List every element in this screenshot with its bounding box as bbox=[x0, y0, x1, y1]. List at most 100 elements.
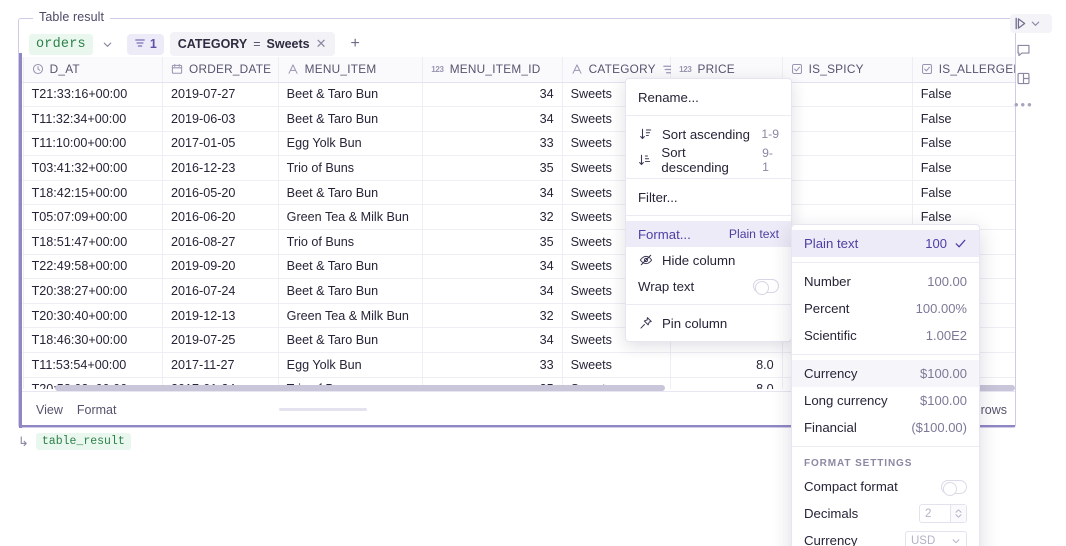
format-option-percent[interactable]: Percent 100.00% bbox=[792, 295, 979, 322]
cell-menu-item-id[interactable]: 32 bbox=[422, 303, 563, 329]
format-option-long-currency[interactable]: Long currency $100.00 bbox=[792, 387, 979, 414]
cell-created-at[interactable]: T18:42:15+00:00 bbox=[23, 180, 164, 206]
format-option-currency[interactable]: Currency $100.00 bbox=[792, 360, 979, 387]
cell-menu-item-id[interactable]: 34 bbox=[422, 106, 563, 132]
column-header-is-allergen-free[interactable]: IS_ALLERGEN_FREE bbox=[912, 57, 1015, 83]
decimals-value[interactable]: 2 bbox=[920, 508, 950, 520]
cell-created-at[interactable]: T20:38:27+00:00 bbox=[23, 278, 164, 304]
cell-category[interactable]: Sweets bbox=[562, 352, 672, 378]
cell-order-date[interactable]: 2016-05-20 bbox=[162, 180, 279, 206]
menu-item-pin-column[interactable]: Pin column bbox=[626, 310, 791, 336]
cell-created-at[interactable]: T11:10:00+00:00 bbox=[23, 131, 164, 157]
cell-created-at[interactable]: T20:30:40+00:00 bbox=[23, 303, 164, 329]
cell-menu-item-id[interactable]: 34 bbox=[422, 254, 563, 280]
menu-item-hide-column[interactable]: Hide column bbox=[626, 247, 791, 273]
cell-created-at[interactable]: T22:49:58+00:00 bbox=[23, 254, 164, 280]
cell-menu-item-id[interactable]: 33 bbox=[422, 131, 563, 157]
filter-count-badge[interactable]: 1 bbox=[126, 33, 164, 55]
cell-menu-item-id[interactable]: 35 bbox=[422, 155, 563, 181]
comment-icon[interactable] bbox=[1012, 39, 1034, 61]
table-row[interactable]: T18:42:15+00:00 2016-05-20 Beet & Taro B… bbox=[22, 180, 1015, 206]
cell-menu-item[interactable]: Egg Yolk Bun bbox=[278, 131, 424, 157]
cell-menu-item-id[interactable]: 34 bbox=[422, 327, 563, 354]
cell-menu-item[interactable]: Beet & Taro Bun bbox=[278, 106, 424, 132]
cell-menu-item[interactable]: Beet & Taro Bun bbox=[278, 180, 424, 206]
chevron-down-icon[interactable] bbox=[97, 33, 119, 55]
result-variable-name[interactable]: table_result bbox=[35, 433, 131, 450]
cell-menu-item[interactable]: Beet & Taro Bun bbox=[278, 327, 424, 354]
table-row[interactable]: T11:32:34+00:00 2019-06-03 Beet & Taro B… bbox=[22, 106, 1015, 132]
run-icon[interactable] bbox=[1013, 16, 1028, 31]
cell-order-date[interactable]: 2019-07-27 bbox=[162, 82, 279, 108]
chevron-down-icon[interactable] bbox=[1030, 18, 1041, 29]
filter-chip-category[interactable]: CATEGORY = Sweets ✕ bbox=[169, 32, 335, 56]
menu-item-sort-ascending[interactable]: Sort ascending 1-9 bbox=[626, 121, 791, 147]
column-header-menu-item[interactable]: MENU_ITEM bbox=[278, 57, 424, 83]
cell-is-spicy[interactable] bbox=[782, 180, 913, 206]
cell-menu-item[interactable]: Green Tea & Milk Bun bbox=[278, 204, 424, 231]
run-cell-button-group[interactable] bbox=[1010, 14, 1052, 33]
column-header-menu-item-id[interactable]: 123 MENU_ITEM_ID bbox=[422, 57, 563, 83]
menu-item-rename[interactable]: Rename... bbox=[626, 84, 791, 110]
cell-menu-item-id[interactable]: 35 bbox=[422, 229, 563, 255]
cell-is-allergen-free[interactable]: False bbox=[912, 106, 1015, 132]
table-row[interactable]: T11:10:00+00:00 2017-01-05 Egg Yolk Bun … bbox=[22, 131, 1015, 157]
source-table-pill[interactable]: orders bbox=[29, 33, 93, 55]
close-icon[interactable]: ✕ bbox=[316, 36, 327, 52]
cell-menu-item[interactable]: Beet & Taro Bun bbox=[278, 278, 424, 304]
cell-is-allergen-free[interactable]: False bbox=[912, 155, 1015, 181]
cell-order-date[interactable]: 2017-11-27 bbox=[162, 352, 279, 378]
wrap-text-toggle[interactable] bbox=[753, 279, 779, 295]
menu-item-format[interactable]: Format... Plain text bbox=[626, 221, 791, 247]
cell-order-date[interactable]: 2019-06-03 bbox=[162, 106, 279, 132]
cell-menu-item-id[interactable]: 34 bbox=[422, 82, 563, 108]
column-header-is-spicy[interactable]: IS_SPICY bbox=[782, 57, 913, 83]
cell-menu-item[interactable]: Trio of Buns bbox=[278, 155, 424, 181]
cell-order-date[interactable]: 2016-06-20 bbox=[162, 204, 279, 231]
cell-created-at[interactable]: T18:46:30+00:00 bbox=[23, 327, 164, 354]
cell-created-at[interactable]: T11:32:34+00:00 bbox=[23, 106, 164, 132]
cell-menu-item-id[interactable]: 33 bbox=[422, 352, 563, 378]
cell-is-allergen-free[interactable]: False bbox=[912, 82, 1015, 108]
add-filter-button[interactable]: + bbox=[343, 35, 368, 53]
cell-created-at[interactable]: T18:51:47+00:00 bbox=[23, 229, 164, 255]
view-button[interactable]: View bbox=[36, 403, 63, 417]
stepper-arrows-icon[interactable] bbox=[950, 505, 966, 522]
format-option-financial[interactable]: Financial ($100.00) bbox=[792, 414, 979, 441]
cell-order-date[interactable]: 2016-12-23 bbox=[162, 155, 279, 181]
cell-is-allergen-free[interactable]: False bbox=[912, 131, 1015, 157]
format-option-number[interactable]: Number 100.00 bbox=[792, 268, 979, 295]
cell-menu-item-id[interactable]: 32 bbox=[422, 204, 563, 231]
menu-item-filter[interactable]: Filter... bbox=[626, 184, 791, 210]
format-button[interactable]: Format bbox=[77, 403, 117, 417]
cell-menu-item-id[interactable]: 34 bbox=[422, 180, 563, 206]
currency-select[interactable]: USD bbox=[905, 531, 967, 546]
cell-is-spicy[interactable] bbox=[782, 131, 913, 157]
cell-order-date[interactable]: 2017-01-05 bbox=[162, 131, 279, 157]
column-header-created-at[interactable]: D_AT bbox=[23, 57, 164, 83]
cell-order-date[interactable]: 2016-08-27 bbox=[162, 229, 279, 255]
decimals-stepper[interactable]: 2 bbox=[919, 504, 967, 523]
cell-order-date[interactable]: 2016-07-24 bbox=[162, 278, 279, 304]
menu-item-wrap-text[interactable]: Wrap text bbox=[626, 273, 791, 299]
format-option-scientific[interactable]: Scientific 1.00E2 bbox=[792, 322, 979, 349]
cell-menu-item[interactable]: Beet & Taro Bun bbox=[278, 82, 424, 108]
cell-is-allergen-free[interactable]: False bbox=[912, 180, 1015, 206]
cell-menu-item[interactable]: Green Tea & Milk Bun bbox=[278, 303, 424, 329]
cell-order-date[interactable]: 2019-12-13 bbox=[162, 303, 279, 329]
cell-menu-item-id[interactable]: 34 bbox=[422, 278, 563, 304]
cell-menu-item[interactable]: Egg Yolk Bun bbox=[278, 352, 424, 378]
cell-created-at[interactable]: T05:07:09+00:00 bbox=[23, 204, 164, 231]
table-row[interactable]: T21:33:16+00:00 2019-07-27 Beet & Taro B… bbox=[22, 82, 1015, 108]
cell-is-spicy[interactable] bbox=[782, 106, 913, 132]
cell-is-spicy[interactable] bbox=[782, 155, 913, 181]
column-header-order-date[interactable]: ORDER_DATE bbox=[162, 57, 279, 83]
menu-item-sort-descending[interactable]: Sort descending 9-1 bbox=[626, 145, 791, 175]
format-option-plain-text[interactable]: Plain text 100 bbox=[792, 230, 979, 257]
cell-price[interactable]: 8.0 bbox=[670, 352, 783, 378]
cell-order-date[interactable]: 2019-07-25 bbox=[162, 327, 279, 354]
cell-is-spicy[interactable] bbox=[782, 82, 913, 108]
cell-created-at[interactable]: T21:33:16+00:00 bbox=[23, 82, 164, 108]
cell-order-date[interactable]: 2019-09-20 bbox=[162, 254, 279, 280]
cell-menu-item[interactable]: Beet & Taro Bun bbox=[278, 254, 424, 280]
